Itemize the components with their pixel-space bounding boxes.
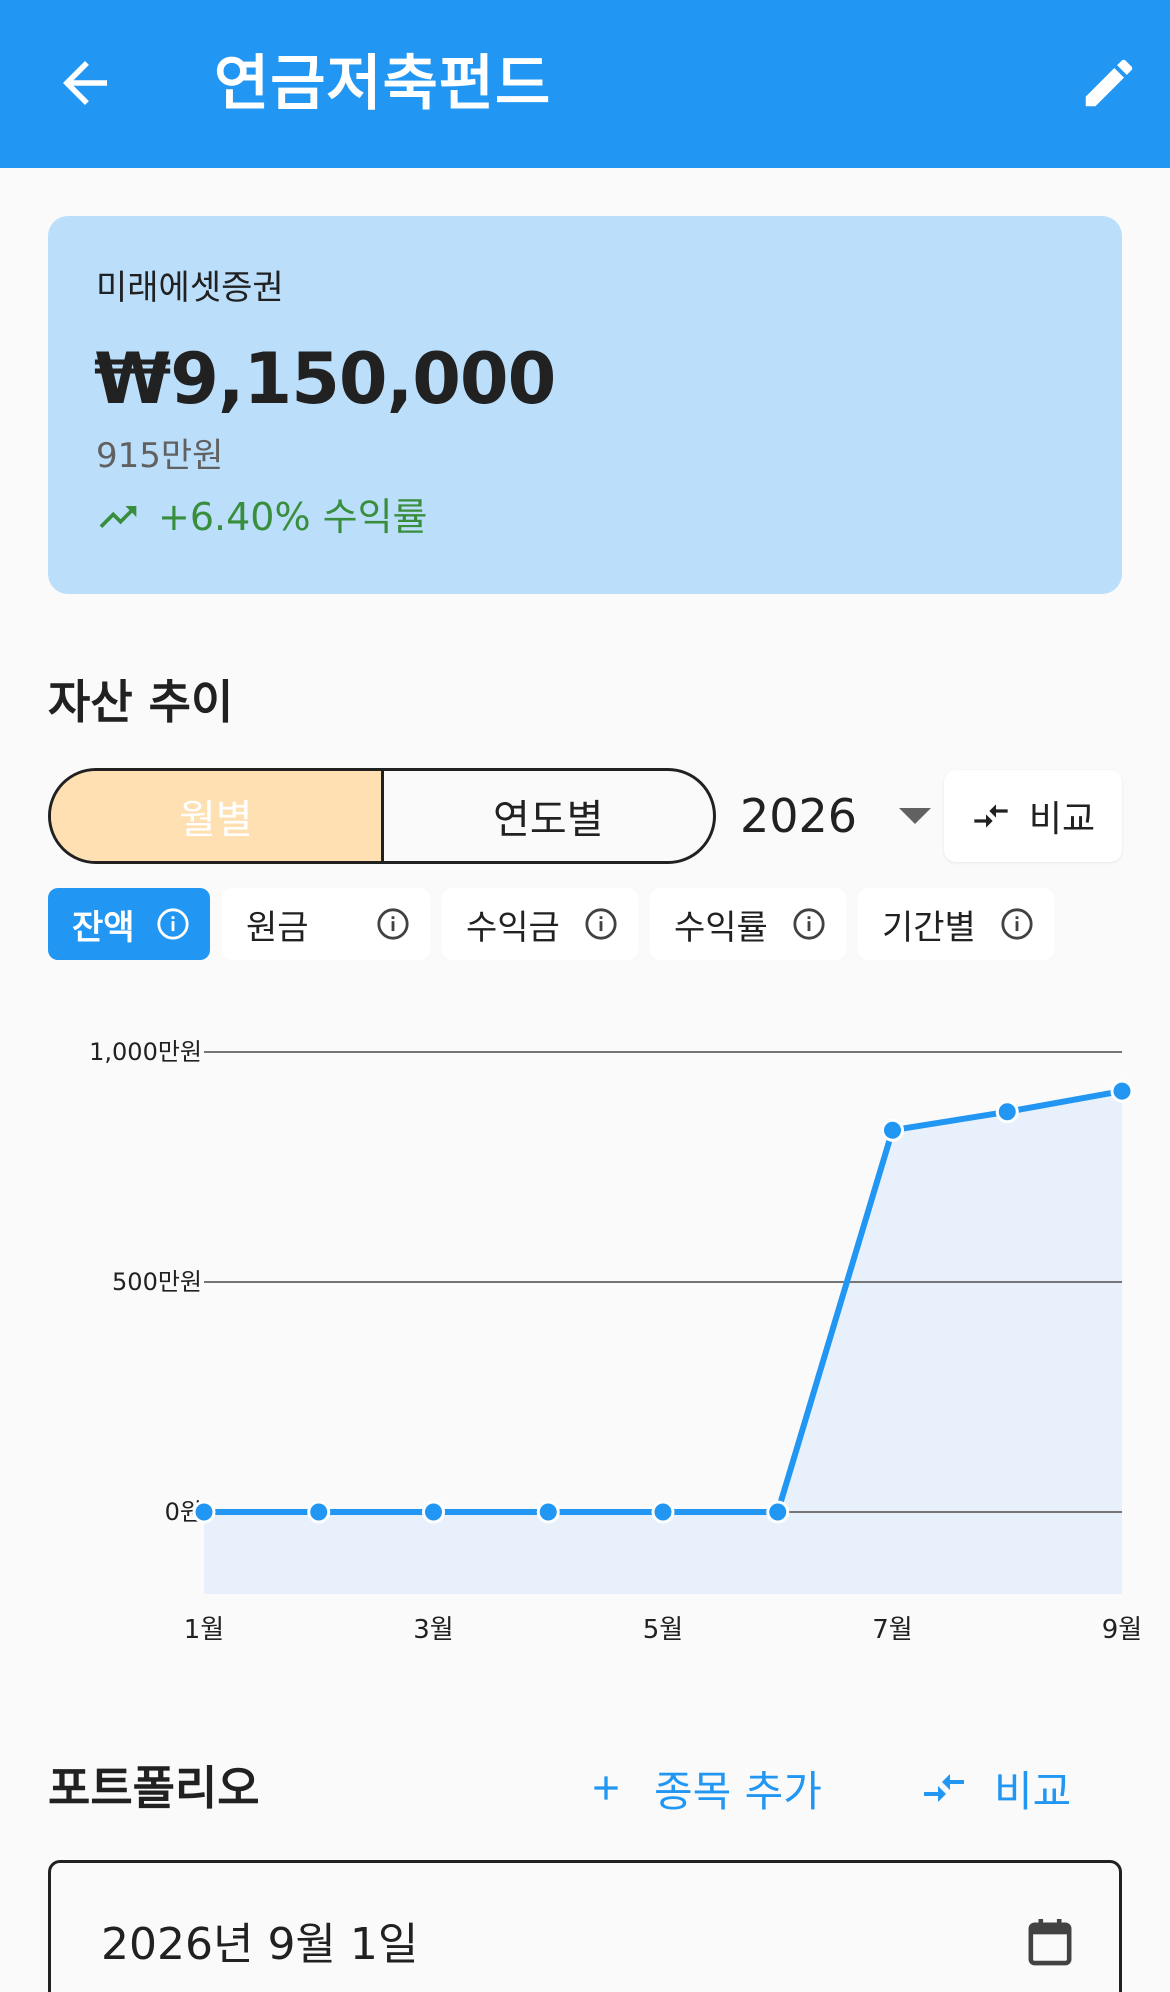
portfolio-compare-button[interactable]: 비교 [920, 1756, 1071, 1820]
data-point [422, 1500, 445, 1524]
return-rate: +6.40% 수익률 [96, 490, 428, 544]
compare-arrows-icon [974, 804, 1008, 828]
x-tick-label: 3월 [413, 1615, 453, 1645]
asset-trend-chart: 1,000만원500만원0원1월 3월 5월 7월 9월 [89, 1038, 1142, 1645]
dropdown-caret-icon [899, 808, 932, 824]
x-tick-label: 1월 [184, 1615, 224, 1645]
info-icon[interactable] [584, 907, 618, 941]
total-amount: ₩9,150,000 [94, 338, 556, 420]
chip-balance[interactable]: 잔액 [48, 888, 210, 960]
year-dropdown[interactable]: 2026 [740, 780, 932, 852]
data-point [307, 1500, 331, 1524]
portfolio-title: 포트폴리오 [48, 1761, 260, 1815]
chip-return-rate[interactable]: 수익률 [650, 888, 846, 960]
account-summary-card: 미래에셋증권 ₩9,150,000 915만원 +6.40% 수익률 [48, 216, 1122, 594]
chip-balance-label: 잔액 [72, 907, 135, 948]
period-segmented-control: 월별 연도별 [48, 768, 716, 864]
chip-principal-label: 원금 [246, 907, 309, 948]
x-tick-label: 7월 [872, 1615, 912, 1645]
page-title: 연금저축펀드 [214, 49, 552, 119]
data-point [995, 1100, 1019, 1124]
plus-icon [594, 1776, 618, 1800]
edit-pencil-icon[interactable] [1078, 52, 1140, 114]
chip-by-period-label: 기간별 [882, 907, 976, 948]
compare-label: 비교 [1028, 799, 1096, 840]
selected-date: 2026년 9월 1일 [101, 1919, 419, 1970]
asset-trend-title: 자산 추이 [48, 675, 234, 729]
x-tick-label: 9월 [1102, 1615, 1142, 1645]
app-bar: 연금저축펀드 [0, 0, 1170, 168]
chip-by-period[interactable]: 기간별 [858, 888, 1054, 960]
calendar-icon[interactable] [1027, 1917, 1073, 1967]
chip-profit-label: 수익금 [466, 907, 560, 948]
y-tick-label: 500만원 [112, 1268, 202, 1296]
x-tick-label: 5월 [643, 1615, 683, 1645]
date-picker-field[interactable]: 2026년 9월 1일 [48, 1860, 1122, 1992]
data-point [651, 1500, 675, 1524]
info-icon[interactable] [156, 907, 190, 941]
broker-name: 미래에셋증권 [96, 268, 284, 308]
y-tick-label: 1,000만원 [89, 1038, 202, 1066]
add-holding-button[interactable]: 종목 추가 [586, 1756, 822, 1820]
data-point [1110, 1079, 1134, 1103]
info-icon[interactable] [376, 907, 410, 941]
info-icon[interactable] [792, 907, 826, 941]
chip-principal[interactable]: 원금 [222, 888, 430, 960]
segment-yearly[interactable]: 연도별 [384, 771, 714, 861]
data-point [536, 1500, 560, 1524]
total-amount-korean: 915만원 [96, 436, 224, 476]
back-arrow-icon[interactable] [52, 50, 118, 116]
data-point [192, 1500, 216, 1524]
segment-monthly[interactable]: 월별 [51, 771, 384, 861]
data-point [881, 1118, 904, 1142]
portfolio-compare-label: 비교 [994, 1766, 1072, 1816]
info-icon[interactable] [1000, 907, 1034, 941]
compare-arrows-icon [924, 1774, 964, 1802]
compare-button[interactable]: 비교 [944, 770, 1122, 862]
chip-profit[interactable]: 수익금 [442, 888, 638, 960]
chip-return-rate-label: 수익률 [674, 907, 768, 948]
return-rate-text: +6.40% 수익률 [158, 495, 428, 539]
data-point [766, 1500, 790, 1524]
add-holding-label: 종목 추가 [654, 1766, 822, 1816]
trending-up-icon [99, 506, 137, 528]
year-value: 2026 [740, 789, 858, 843]
